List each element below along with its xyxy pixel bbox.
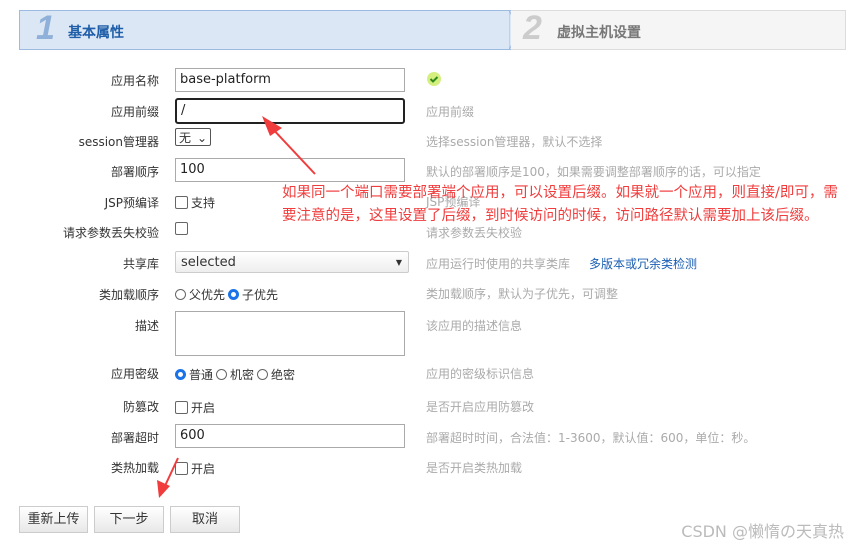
annotation-arrows (157, 116, 316, 498)
watermark: CSDN @懒惰の天真热 (681, 522, 844, 541)
arrow-icon (262, 116, 316, 175)
arrow-icon (157, 457, 179, 498)
